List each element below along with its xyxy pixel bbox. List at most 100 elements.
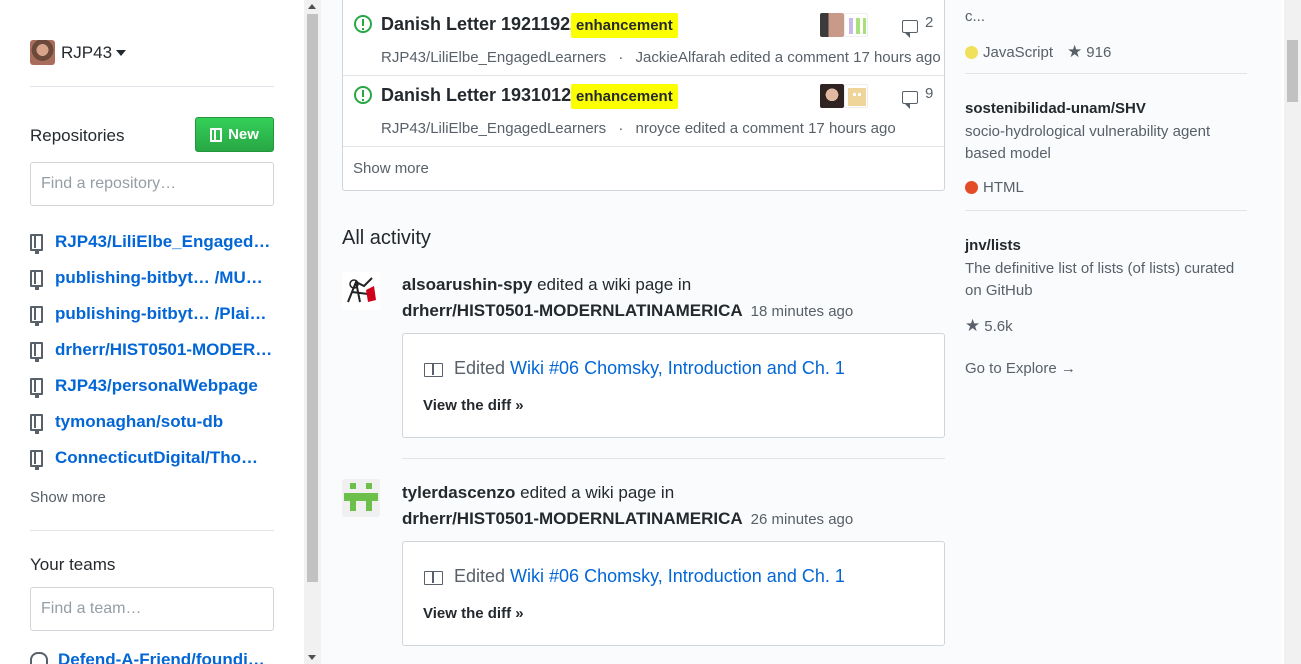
explore-repo-link[interactable]: jnv/lists [965,237,1021,254]
avatar[interactable] [342,272,380,310]
star-count[interactable]: 5.6k [984,318,1012,335]
repo-icon [30,413,43,434]
activity-repo-link[interactable]: drherr/HIST0501-MODERNLATINAMERICA [402,301,743,320]
repo-link[interactable]: drherr/HIST0501-MODERNLATINAMERICA [55,340,273,360]
list-item: publishing-bitbyt… /MU… [30,260,280,296]
context-switcher[interactable]: RJP43 [30,40,127,65]
activity-action: edited a wiki page in [532,275,692,294]
activity-headline: tylerdascenzo edited a wiki page in [402,483,674,503]
page-scrollbar[interactable] [1284,0,1301,664]
comment-icon [902,91,918,109]
activity-target: drherr/HIST0501-MODERNLATINAMERICA 26 min… [402,509,853,529]
repo-icon [30,377,43,398]
avatar[interactable] [342,479,380,517]
view-diff-link[interactable]: View the diff » [423,397,524,414]
avatar[interactable] [820,13,844,37]
issue-meta: RJP43/LiliElbe_EngagedLearners · JackieA… [381,49,941,66]
scroll-down-arrow-icon[interactable] [308,655,316,660]
show-more-repos-link[interactable]: Show more [30,489,106,506]
repo-icon [30,449,43,470]
explore-repo-link[interactable]: sostenibilidad-unam/SHV [965,100,1146,117]
wiki-page-link[interactable]: Wiki #06 Chomsky, Introduction and Ch. 1 [510,358,845,378]
issue-row[interactable]: Danish Letter 19310122 enhancement 9 RJP… [343,76,944,147]
show-more-issues-link[interactable]: Show more [353,160,429,177]
divider [30,530,274,531]
repo-link[interactable]: RJP43/LiliElbe_EngagedLearners [55,232,273,252]
edited-label: Edited [454,358,511,378]
label-badge[interactable]: enhancement [571,13,678,38]
wiki-edit-line: Edited Wiki #06 Chomsky, Introduction an… [454,566,845,587]
team-link[interactable]: Defend-A-Friend/foundi… [58,650,265,664]
go-to-explore-link[interactable]: Go to Explore → [965,360,1076,377]
new-repository-button[interactable]: New [195,117,274,152]
issue-opened-icon [354,86,372,104]
repo-meta: ★ 5.6k [965,316,1013,336]
list-item: ConnecticutDigital/Thomas [30,440,280,476]
book-icon [424,571,443,585]
repo-link[interactable]: tymonaghan/sotu-db [55,412,223,432]
repo-description-line: on GitHub [965,282,1033,299]
repository-list: RJP43/LiliElbe_EngagedLearners publishin… [30,224,280,476]
issue-activity-text: JackieAlfarah edited a comment 17 hours … [635,49,941,66]
scrollbar-thumb[interactable] [1287,40,1298,102]
repo-description: The definitive list of lists (of lists) … [965,258,1234,302]
comment-count[interactable]: 9 [925,85,933,102]
repo-link[interactable]: RJP43/personalWebpage [55,376,258,396]
edited-label: Edited [454,566,511,586]
repo-icon [30,269,43,290]
scroll-up-arrow-icon[interactable] [308,4,316,9]
list-item: publishing-bitbyt… /Plain… [30,296,280,332]
language-color-dot [965,181,978,194]
activity-headline: alsoarushin-spy edited a wiki page in [402,275,691,295]
repo-link[interactable]: publishing-bitbyt… /MU… [55,268,263,288]
repo-description: c... [965,8,986,25]
actor-link[interactable]: alsoarushin-spy [402,275,532,294]
list-item: tymonaghan/sotu-db [30,404,280,440]
issue-repo-link[interactable]: RJP43/LiliElbe_EngagedLearners [381,120,606,137]
star-icon: ★ [1067,42,1083,61]
caret-down-icon [116,49,127,56]
star-count[interactable]: 916 [1086,44,1111,61]
issue-opened-icon [354,15,372,33]
comment-count[interactable]: 2 [925,14,933,31]
avatar [30,40,55,65]
repo-meta: HTML [965,179,1024,196]
activity-repo-link[interactable]: drherr/HIST0501-MODERNLATINAMERICA [402,509,743,528]
user-name: RJP43 [61,42,113,62]
divider [965,210,1247,211]
activity-time: 18 minutes ago [750,303,854,320]
find-repository-input[interactable] [30,162,274,206]
find-team-input[interactable] [30,587,274,631]
issue-row[interactable]: Danish Letter 19211922 enhancement 2 RJP… [343,5,944,76]
participants-avatars [820,84,868,108]
avatar[interactable] [844,84,868,108]
meta-separator: · [618,120,624,137]
recent-issues-box: Danish Letter 19211922 enhancement 2 RJP… [342,0,945,191]
issue-repo-link[interactable]: RJP43/LiliElbe_EngagedLearners [381,49,606,66]
comment-icon [902,20,918,38]
avatar-drawing [342,479,380,517]
divider [30,86,274,87]
activity-target: drherr/HIST0501-MODERNLATINAMERICA 18 min… [402,301,853,321]
scrollbar-thumb[interactable] [307,14,318,582]
issue-title-link[interactable]: Danish Letter 19310122 [381,85,581,106]
list-item: RJP43/LiliElbe_EngagedLearners [30,224,280,260]
repo-link[interactable]: publishing-bitbyt… /Plain… [55,304,273,324]
sidebar-scrollbar[interactable] [304,0,321,664]
issue-title-link[interactable]: Danish Letter 19211922 [381,14,580,35]
wiki-edit-line: Edited Wiki #06 Chomsky, Introduction an… [454,358,845,379]
star-icon: ★ [965,316,981,335]
view-diff-link[interactable]: View the diff » [423,605,524,622]
wiki-page-link[interactable]: Wiki #06 Chomsky, Introduction and Ch. 1 [510,566,845,586]
issue-activity-text: nroyce edited a comment 17 hours ago [635,120,896,137]
label-badge[interactable]: enhancement [571,84,678,109]
dashboard-sidebar: RJP43 Repositories New RJP43/LiliElbe_En… [0,0,304,664]
repo-icon [210,127,223,142]
issue-meta: RJP43/LiliElbe_EngagedLearners · nroyce … [381,120,896,137]
actor-link[interactable]: tylerdascenzo [402,483,515,502]
avatar[interactable] [844,13,868,37]
repo-link[interactable]: ConnecticutDigital/Thomas [55,448,273,468]
participants-avatars [820,13,868,37]
wiki-edit-card: Edited Wiki #06 Chomsky, Introduction an… [402,541,945,646]
avatar[interactable] [820,84,844,108]
